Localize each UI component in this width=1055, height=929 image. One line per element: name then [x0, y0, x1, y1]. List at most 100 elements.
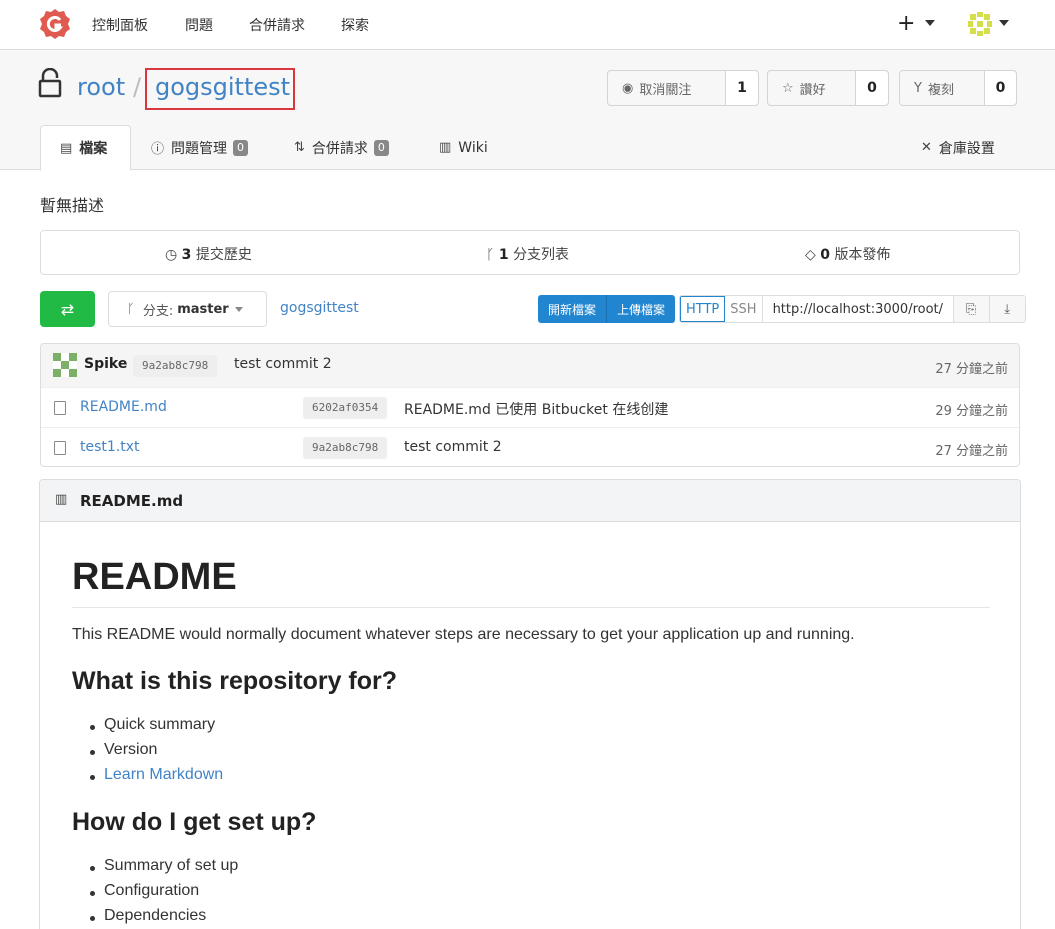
tab-pulls-label: 合併請求 [311, 140, 368, 157]
repo-owner-link[interactable]: root [77, 73, 125, 101]
chevron-down-icon [234, 306, 243, 312]
releases-label: 版本發佈 [834, 247, 891, 263]
tab-issues-label: 問題管理 [171, 140, 228, 157]
commit-author-avatar[interactable] [53, 353, 77, 377]
top-navbar: 控制面板 問題 合併請求 探索 + [0, 0, 1055, 50]
fork-button[interactable]: Y 複刻 0 [899, 70, 1017, 106]
ssh-clone-button[interactable]: SSH [725, 296, 763, 322]
table-row: README.md 6202af0354 README.md 已使用 Bitbu… [41, 387, 1019, 427]
latest-commit-row: Spike 9a2ab8c798 test commit 2 27 分鐘之前 [41, 344, 1019, 387]
readme-title: README [72, 556, 237, 598]
file-name-link[interactable]: README.md [80, 399, 167, 415]
book-icon: ▥ [55, 492, 68, 507]
unwatch-button[interactable]: ◉ 取消關注 1 [607, 70, 759, 106]
file-icon [54, 401, 66, 415]
fork-count[interactable]: 0 [985, 71, 1016, 105]
tab-wiki-label: Wiki [458, 139, 488, 156]
file-name-link[interactable]: test1.txt [80, 439, 140, 455]
file-actions-group: 開新檔案 上傳檔案 [538, 295, 676, 323]
watch-count[interactable]: 1 [726, 71, 758, 105]
tools-icon: ✕ [921, 140, 932, 155]
readme-filename: README.md [80, 492, 184, 510]
file-commit-message[interactable]: README.md 已使用 Bitbucket 在线创建 [404, 399, 668, 419]
pull-request-icon: ⇅ [294, 140, 305, 155]
star-icon: ☆ [782, 80, 794, 96]
fork-label: 複刻 [927, 82, 954, 98]
create-new-button[interactable]: + [897, 11, 915, 36]
releases-stat[interactable]: ◇ 0 版本發佈 [805, 244, 890, 264]
table-row: test1.txt 9a2ab8c798 test commit 2 27 分鐘… [41, 427, 1019, 466]
tab-settings-label: 倉庫設置 [938, 140, 995, 157]
commits-count: 3 [181, 247, 192, 263]
commit-sha-badge[interactable]: 9a2ab8c798 [133, 355, 218, 377]
tab-issues[interactable]: ⓘ 問題管理 0 [151, 125, 249, 170]
tag-icon: ◇ [805, 247, 816, 263]
new-file-button[interactable]: 開新檔案 [538, 295, 607, 323]
divider [72, 607, 990, 608]
user-avatar[interactable] [966, 10, 994, 38]
commits-label: 提交歷史 [195, 247, 252, 263]
readme-header: ▥ README.md [40, 480, 1020, 522]
chevron-down-icon[interactable] [925, 20, 935, 26]
star-label: 讚好 [799, 82, 826, 98]
clone-url-input[interactable]: http://localhost:3000/root/ [763, 296, 953, 322]
repo-stats-bar: ◷ 3 提交歷史 ᚴ 1 分支列表 ◇ 0 版本發佈 [40, 230, 1020, 275]
tab-settings[interactable]: ✕ 倉庫設置 [921, 125, 995, 170]
branch-prefix: 分支: [142, 303, 174, 319]
list-item: Summary of set up [89, 857, 239, 874]
commits-stat[interactable]: ◷ 3 提交歷史 [165, 244, 252, 264]
list-item: Version [89, 741, 158, 758]
file-icon [54, 441, 66, 455]
branch-icon: ᚴ [127, 301, 135, 317]
clone-panel: HTTP SSH http://localhost:3000/root/ ⎘ ⤓ [679, 295, 1026, 323]
branch-name: master [177, 301, 229, 317]
breadcrumb[interactable]: gogsgittest [280, 300, 359, 316]
list-item: Dependencies [89, 907, 207, 924]
copy-url-button[interactable]: ⎘ [952, 296, 989, 322]
file-age: 27 分鐘之前 [935, 444, 1008, 459]
book-icon: ▥ [439, 140, 452, 155]
compare-button[interactable]: ⇄ [40, 291, 95, 327]
tab-wiki[interactable]: ▥ Wiki [439, 125, 488, 170]
readme-heading: How do I get set up? [72, 808, 317, 836]
download-button[interactable]: ⤓ [988, 296, 1025, 322]
tab-files-label: 檔案 [79, 141, 108, 157]
list-item: Configuration [89, 882, 200, 899]
issue-icon: ⓘ [151, 142, 165, 157]
repo-description: 暫無描述 [40, 196, 105, 215]
fork-icon: Y [914, 80, 922, 96]
nav-explore[interactable]: 探索 [341, 15, 369, 35]
readme-intro: This README would normally document what… [72, 626, 855, 643]
http-clone-button[interactable]: HTTP [680, 296, 726, 322]
readme-panel: ▥ README.md README This README would nor… [39, 479, 1021, 929]
list-item-link[interactable]: Learn Markdown [89, 766, 223, 784]
nav-pull-requests[interactable]: 合併請求 [249, 15, 305, 35]
star-button[interactable]: ☆ 讚好 0 [767, 70, 889, 106]
file-commit-message[interactable]: test commit 2 [404, 439, 502, 455]
unwatch-label: 取消關注 [639, 82, 692, 98]
tab-files[interactable]: ▤ 檔案 [40, 125, 131, 171]
commit-author[interactable]: Spike [84, 356, 127, 372]
history-icon: ◷ [165, 247, 178, 263]
pulls-count-badge: 0 [373, 139, 389, 156]
gogs-logo-icon[interactable] [39, 8, 71, 40]
lock-icon [38, 68, 62, 98]
releases-count: 0 [820, 247, 830, 263]
readme-heading: What is this repository for? [72, 667, 398, 695]
branches-label: 分支列表 [513, 247, 570, 263]
repo-name-link[interactable]: gogsgittest [155, 73, 290, 101]
branch-dropdown[interactable]: ᚴ 分支: master [108, 291, 267, 327]
clipboard-icon: ⎘ [965, 301, 977, 317]
chevron-down-icon[interactable] [999, 20, 1009, 26]
tab-pull-requests[interactable]: ⇅ 合併請求 0 [294, 125, 389, 170]
branches-stat[interactable]: ᚴ 1 分支列表 [486, 244, 569, 264]
file-icon: ▤ [60, 140, 73, 156]
file-commit-sha[interactable]: 9a2ab8c798 [303, 437, 388, 459]
nav-dashboard[interactable]: 控制面板 [92, 15, 148, 35]
file-commit-sha[interactable]: 6202af0354 [303, 397, 388, 419]
star-count[interactable]: 0 [856, 71, 888, 105]
commit-message[interactable]: test commit 2 [234, 356, 332, 372]
nav-issues[interactable]: 問題 [185, 15, 213, 35]
upload-file-button[interactable]: 上傳檔案 [606, 295, 676, 323]
file-table: Spike 9a2ab8c798 test commit 2 27 分鐘之前 R… [40, 343, 1020, 467]
